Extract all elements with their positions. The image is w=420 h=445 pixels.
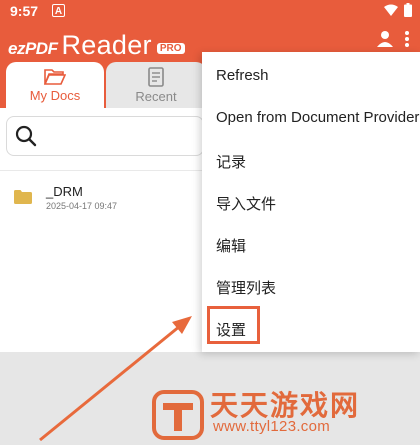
watermark-url: www.ttyl123.com: [213, 418, 331, 435]
watermark-logo: [152, 390, 204, 440]
pointer-arrow-icon: [39, 316, 192, 442]
